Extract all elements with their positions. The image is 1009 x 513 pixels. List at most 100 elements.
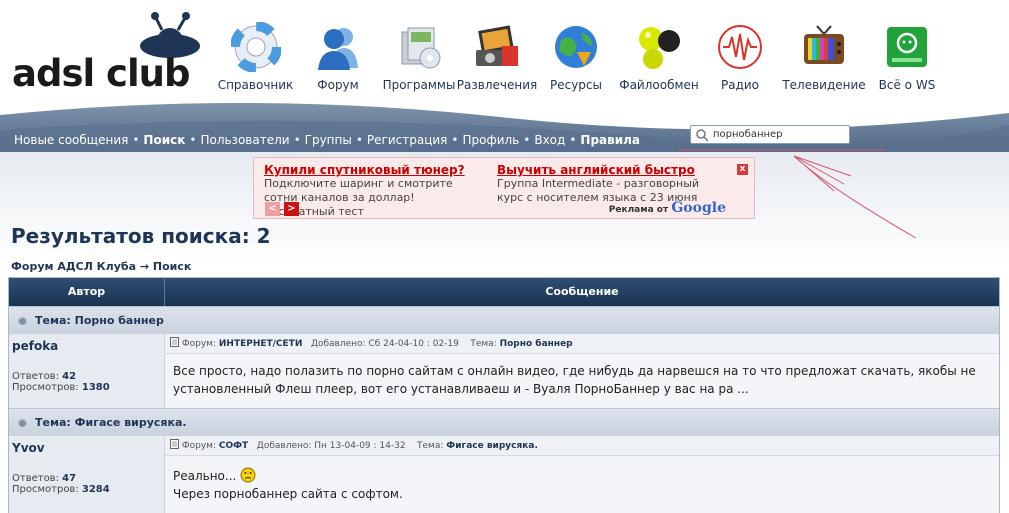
ads-by-label: Реклама от: [608, 205, 669, 215]
search-field[interactable]: [690, 125, 850, 144]
post-icon: [170, 439, 179, 449]
topic-row[interactable]: Тема: Фигасе вирусяка.: [9, 408, 999, 435]
google-logo: Google: [671, 200, 726, 216]
topnav-label: Радио: [720, 78, 760, 92]
meta-topic-label: Тема:: [417, 441, 444, 451]
topic-row[interactable]: Тема: Порно баннер: [9, 306, 999, 333]
topnav-item-entertainment[interactable]: Развлечения: [455, 22, 539, 92]
site-logo[interactable]: adsl club: [10, 8, 205, 98]
main-content: Купили спутниковый тюнер? Подключите шар…: [0, 149, 1009, 513]
nav-users[interactable]: Пользователи: [200, 133, 289, 147]
post-icon: [170, 337, 179, 347]
nav-separator: •: [293, 133, 301, 147]
topnav-label: Форум: [317, 78, 359, 92]
nav-profile[interactable]: Профиль: [462, 133, 519, 147]
nav-register[interactable]: Регистрация: [367, 133, 447, 147]
nav-new-messages[interactable]: Новые сообщения: [14, 133, 128, 147]
search-results-table: Автор Сообщение Тема: Порно баннер pefok…: [8, 277, 1000, 513]
table-header: Автор Сообщение: [9, 278, 999, 306]
ad-prev-button[interactable]: <: [265, 202, 280, 216]
nav-search[interactable]: Поиск: [143, 133, 185, 147]
sad-smiley-icon: [240, 467, 256, 483]
tv-icon: [804, 25, 844, 64]
nav-separator: •: [132, 133, 140, 147]
post-body-line: Через порнобаннер сайта с софтом.: [173, 487, 403, 501]
ad-item-right[interactable]: Выучить английский быстро Группа Interme…: [497, 163, 712, 205]
post-body-line: Реально...: [173, 469, 237, 483]
meta-forum-label: Форум:: [181, 339, 216, 349]
author-name[interactable]: pefoka: [12, 339, 161, 353]
nav-separator: •: [523, 133, 531, 147]
topnav-item-reference[interactable]: Справочник: [218, 22, 293, 92]
post-meta: Форум: ИНТЕРНЕТ/СЕТИ Добавлено: Сб 24-04…: [165, 334, 999, 354]
search-input[interactable]: [713, 129, 843, 140]
topnav-item-television[interactable]: Телевидение: [775, 22, 873, 92]
topnav-label: Ресурсы: [549, 78, 602, 92]
replies-stat: Ответов: 42: [12, 371, 77, 382]
table-row: pefoka Ответов: 42 Просмотров: 1380 Фору…: [9, 333, 999, 408]
topnav-label: Всё о WS: [878, 78, 936, 92]
post-body: Все просто, надо полазить по порно сайта…: [173, 364, 976, 396]
logo-text: adsl club: [12, 52, 190, 95]
post-content: Форум: ИНТЕРНЕТ/СЕТИ Добавлено: Сб 24-04…: [165, 334, 999, 408]
post-body: Реально... Через порнобаннер сайта с соф…: [165, 456, 999, 511]
top-navigation: Справочник Форум Программы Развлечения Р…: [218, 22, 941, 92]
topic-title[interactable]: Тема: Фигасе вирусяка.: [35, 416, 187, 429]
meta-topic-label: Тема:: [470, 339, 497, 349]
topnav-label: Телевидение: [782, 78, 866, 92]
ad-next-button[interactable]: >: [284, 202, 299, 216]
nav-groups[interactable]: Группы: [305, 133, 352, 147]
software-box-icon: [401, 27, 441, 69]
views-stat: Просмотров: 1380: [12, 382, 110, 393]
search-icon: [696, 128, 709, 142]
ad-title[interactable]: Купили спутниковый тюнер?: [264, 163, 479, 177]
author-name[interactable]: Yvov: [12, 441, 161, 455]
topnav-item-ws[interactable]: Всё о WS: [873, 22, 941, 92]
ad-close-button[interactable]: x: [737, 164, 748, 175]
breadcrumb[interactable]: Форум АДСЛ Клуба → Поиск: [11, 260, 191, 273]
ws-icon: [887, 27, 927, 67]
topnav-item-forum[interactable]: Форум: [293, 22, 383, 92]
post-meta: Форум: СОФТ Добавлено: Пн 13-04-09 : 14-…: [165, 436, 999, 456]
meta-topic-link[interactable]: Фигасе вирусяка.: [446, 441, 538, 451]
column-message: Сообщение: [545, 285, 619, 298]
media-icon: [476, 25, 518, 66]
ad-title[interactable]: Выучить английский быстро: [497, 163, 712, 177]
topnav-label: Файлообмен: [619, 78, 699, 92]
table-row: Yvov Ответов: 47 Просмотров: 3284 Форум:…: [9, 435, 999, 513]
column-author: Автор: [9, 278, 165, 306]
topnav-label: Программы: [382, 78, 456, 92]
nav-separator: •: [189, 133, 197, 147]
topic-bullet-icon: [18, 315, 27, 325]
nav-separator: •: [355, 133, 363, 147]
views-stat: Просмотров: 3284: [12, 484, 110, 495]
topnav-label: Справочник: [217, 78, 294, 92]
google-ad-block: Купили спутниковый тюнер? Подключите шар…: [253, 157, 755, 219]
post-content: Форум: СОФТ Добавлено: Пн 13-04-09 : 14-…: [165, 436, 999, 513]
nav-separator: •: [569, 133, 577, 147]
meta-added: Добавлено: Пн 13-04-09 : 14-32: [256, 441, 406, 451]
balls-icon: [639, 27, 680, 69]
topnav-item-radio[interactable]: Радио: [705, 22, 775, 92]
topic-title[interactable]: Тема: Порно баннер: [35, 314, 164, 327]
nav-rules[interactable]: Правила: [580, 133, 640, 147]
meta-added: Добавлено: Сб 24-04-10 : 02-19: [310, 339, 459, 349]
topnav-item-programs[interactable]: Программы: [383, 22, 455, 92]
lifebuoy-icon: [230, 22, 281, 72]
meta-topic-link[interactable]: Порно баннер: [500, 339, 573, 349]
post-author: Yvov Ответов: 47 Просмотров: 3284: [9, 436, 165, 513]
meta-forum-link[interactable]: СОФТ: [219, 441, 248, 451]
topic-bullet-icon: [18, 417, 27, 427]
radio-wave-icon: [718, 25, 762, 69]
globe-icon: [555, 26, 597, 68]
topnav-label: Развлечения: [456, 78, 538, 92]
page-title: Результатов поиска: 2: [11, 224, 271, 248]
ads-by-google[interactable]: Реклама от Google: [609, 200, 726, 216]
replies-stat: Ответов: 47: [12, 473, 77, 484]
nav-separator: •: [451, 133, 459, 147]
topnav-item-fileshare[interactable]: Файлообмен: [613, 22, 705, 92]
topnav-item-resources[interactable]: Ресурсы: [539, 22, 613, 92]
sub-navigation: Новые сообщения • Поиск • Пользователи • Групп…: [14, 133, 640, 147]
nav-login[interactable]: Вход: [534, 133, 565, 147]
meta-forum-link[interactable]: ИНТЕРНЕТ/СЕТИ: [219, 339, 302, 349]
